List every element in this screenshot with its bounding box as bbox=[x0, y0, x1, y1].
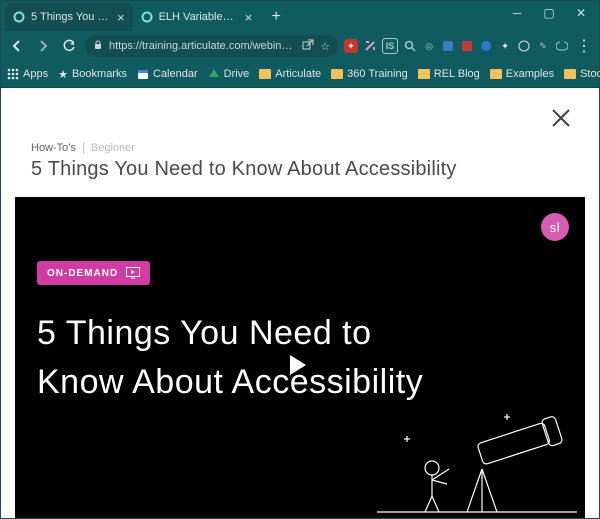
extension-icons: ✦ IS ◎ ✦ ✎ bbox=[344, 38, 569, 54]
close-window-button[interactable]: ✕ bbox=[567, 3, 595, 23]
bookmark-folder[interactable]: Stock bbox=[564, 68, 600, 80]
extension-icon[interactable] bbox=[517, 39, 531, 53]
video-title-line2: Know About Accessibility bbox=[37, 363, 423, 401]
titlebar: 5 Things You Need to Know Abo… × ELH Var… bbox=[1, 1, 599, 31]
tab-title: ELH Variables only 3 | Review 360 bbox=[159, 11, 239, 23]
bookmark-folder[interactable]: 360 Training bbox=[331, 68, 408, 80]
bookmark-folder[interactable]: Examples bbox=[490, 68, 554, 80]
favicon-ring-icon bbox=[13, 11, 25, 23]
telescope-illustration bbox=[377, 414, 577, 514]
bookmark-folder[interactable]: REL Blog bbox=[418, 68, 480, 80]
bookmark-item[interactable]: ★ Bookmarks bbox=[58, 68, 127, 81]
browser-window: 5 Things You Need to Know Abo… × ELH Var… bbox=[0, 0, 600, 519]
close-modal-button[interactable] bbox=[549, 106, 573, 135]
open-external-icon[interactable] bbox=[302, 39, 314, 54]
bookmark-label: Bookmarks bbox=[72, 68, 127, 80]
bookmark-label: REL Blog bbox=[434, 68, 480, 80]
avatar: sl bbox=[541, 213, 569, 241]
folder-icon bbox=[259, 69, 271, 79]
screen-icon bbox=[126, 267, 140, 279]
browser-tab-2[interactable]: ELH Variables only 3 | Review 360 × bbox=[133, 3, 261, 31]
url-text: https://training.articulate.com/webinars… bbox=[109, 40, 296, 52]
extension-icon[interactable]: IS bbox=[382, 38, 398, 54]
page-title: 5 Things You Need to Know About Accessib… bbox=[31, 158, 457, 181]
browser-tab-1[interactable]: 5 Things You Need to Know Abo… × bbox=[5, 3, 133, 31]
bookmark-item[interactable]: Drive bbox=[208, 68, 250, 80]
bookmark-label: 360 Training bbox=[347, 68, 408, 80]
drive-icon bbox=[208, 68, 220, 80]
minimize-button[interactable]: ─ bbox=[503, 3, 531, 23]
bookmark-label: Calendar bbox=[153, 68, 198, 80]
back-button[interactable] bbox=[7, 36, 27, 56]
breadcrumb-separator: | bbox=[82, 142, 85, 154]
video-player[interactable]: sl ON-DEMAND 5 Things You Need to Know A… bbox=[15, 197, 585, 518]
bookmark-label: Drive bbox=[224, 68, 250, 80]
window-controls: ─ ▢ ✕ bbox=[503, 1, 595, 25]
close-icon bbox=[549, 106, 573, 130]
extension-icon[interactable] bbox=[363, 39, 377, 53]
tab-strip: 5 Things You Need to Know Abo… × ELH Var… bbox=[5, 3, 286, 31]
kebab-menu-icon[interactable]: ⋮ bbox=[575, 36, 593, 56]
maximize-button[interactable]: ▢ bbox=[535, 3, 563, 23]
apps-label: Apps bbox=[23, 68, 48, 80]
close-icon[interactable]: × bbox=[117, 11, 125, 24]
bookmark-label: Examples bbox=[506, 68, 554, 80]
extension-icon[interactable]: ✦ bbox=[498, 39, 512, 53]
extension-icon[interactable]: ✎ bbox=[536, 39, 550, 53]
page-content: How-To's | Beginner 5 Things You Need to… bbox=[1, 88, 599, 518]
address-bar[interactable]: https://training.articulate.com/webinars… bbox=[85, 35, 338, 57]
toolbar: https://training.articulate.com/webinars… bbox=[1, 31, 599, 61]
on-demand-badge: ON-DEMAND bbox=[37, 261, 150, 285]
bookmark-label: Articulate bbox=[275, 68, 321, 80]
badge-label: ON-DEMAND bbox=[47, 268, 118, 279]
bookmark-item[interactable]: Calendar bbox=[137, 68, 198, 80]
star-icon[interactable]: ☆ bbox=[320, 40, 330, 53]
avatar-text: sl bbox=[550, 220, 560, 235]
extension-icon[interactable] bbox=[479, 39, 493, 53]
lock-icon bbox=[93, 40, 103, 53]
extension-icon[interactable] bbox=[403, 39, 417, 53]
favicon-ring-icon bbox=[141, 11, 153, 23]
reload-button[interactable] bbox=[59, 36, 79, 56]
new-tab-button[interactable]: + bbox=[266, 7, 286, 27]
tab-title: 5 Things You Need to Know Abo… bbox=[31, 11, 111, 23]
video-title-line1: 5 Things You Need to bbox=[37, 314, 372, 352]
apps-button[interactable]: Apps bbox=[7, 68, 48, 80]
folder-icon bbox=[490, 69, 502, 79]
extension-icon[interactable] bbox=[441, 39, 455, 53]
star-icon: ★ bbox=[58, 68, 68, 81]
calendar-icon bbox=[137, 68, 149, 80]
extension-icon[interactable]: ◎ bbox=[422, 39, 436, 53]
breadcrumb-category[interactable]: How-To's bbox=[31, 142, 76, 154]
breadcrumb: How-To's | Beginner bbox=[31, 142, 135, 154]
bookmark-label: Stock bbox=[580, 68, 600, 80]
extension-icon[interactable] bbox=[555, 39, 569, 53]
play-icon[interactable] bbox=[290, 355, 306, 375]
breadcrumb-level: Beginner bbox=[91, 142, 135, 154]
forward-button[interactable] bbox=[33, 36, 53, 56]
folder-icon bbox=[331, 69, 343, 79]
extension-icon[interactable]: ✦ bbox=[344, 39, 358, 53]
bookmark-folder[interactable]: Articulate bbox=[259, 68, 321, 80]
extension-icon[interactable] bbox=[460, 39, 474, 53]
bookmarks-bar: Apps ★ Bookmarks Calendar Drive Articula… bbox=[1, 61, 599, 88]
folder-icon bbox=[418, 69, 430, 79]
apps-grid-icon bbox=[7, 68, 19, 80]
folder-icon bbox=[564, 69, 576, 79]
close-icon[interactable]: × bbox=[245, 11, 253, 24]
